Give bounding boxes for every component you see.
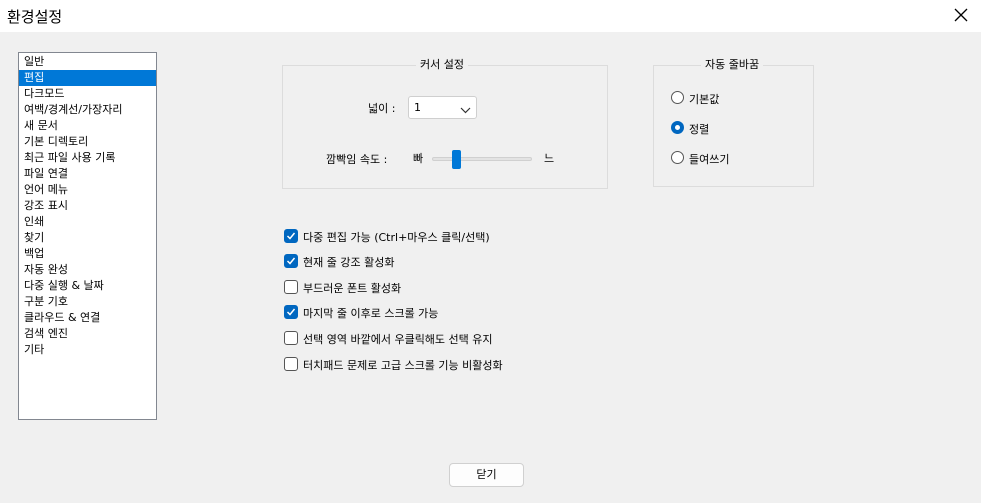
wrap-align-label: 정렬 [689,123,710,136]
scroll-past-end-label: 마지막 줄 이후로 스크롤 가능 [303,307,439,320]
highlight-line-label: 현재 줄 강조 활성화 [303,256,395,269]
close-button[interactable]: 닫기 [449,463,524,487]
cursor-group-title: 커서 설정 [416,58,468,72]
wrap-group-title: 자동 줄바꿈 [701,58,764,72]
category-item-find[interactable]: 찾기 [19,230,156,246]
blink-fast-label: 빠 [413,152,424,165]
smooth-font-checkbox[interactable] [284,280,298,294]
checkmark-icon [286,308,296,316]
category-item-file-association[interactable]: 파일 연결 [19,166,156,182]
keep-selection-label: 선택 영역 바깥에서 우클릭해도 선택 유지 [303,333,493,346]
width-label: 넓이 : [368,102,396,115]
wrap-indent-radio[interactable] [671,151,684,164]
category-item-new-document[interactable]: 새 문서 [19,118,156,134]
cursor-width-value: 1 [414,101,421,114]
category-list[interactable]: 일반 편집 다크모드 여백/경계선/가장자리 새 문서 기본 디렉토리 최근 파… [18,52,157,420]
category-item-general[interactable]: 일반 [19,54,156,70]
multi-edit-checkbox[interactable] [284,229,298,243]
category-item-highlight[interactable]: 강조 표시 [19,198,156,214]
category-item-edit[interactable]: 편집 [19,70,156,86]
category-item-print[interactable]: 인쇄 [19,214,156,230]
category-item-margin[interactable]: 여백/경계선/가장자리 [19,102,156,118]
window-title: 환경설정 [7,8,63,26]
category-item-default-directory[interactable]: 기본 디렉토리 [19,134,156,150]
category-item-darkmode[interactable]: 다크모드 [19,86,156,102]
checkmark-icon [286,232,296,240]
multi-edit-label: 다중 편집 가능 (Ctrl+마우스 클릭/선택) [303,231,490,244]
category-item-language-menu[interactable]: 언어 메뉴 [19,182,156,198]
checkmark-icon [286,257,296,265]
keep-selection-checkbox[interactable] [284,331,298,345]
category-item-cloud[interactable]: 클라우드 & 연결 [19,310,156,326]
chevron-down-icon [460,104,471,117]
category-item-recent-files[interactable]: 최근 파일 사용 기록 [19,150,156,166]
wrap-default-radio[interactable] [671,91,684,104]
blink-speed-slider-thumb[interactable] [452,150,461,169]
wrap-default-label: 기본값 [689,93,720,106]
wrap-align-radio[interactable] [671,121,684,134]
blink-speed-slider-track[interactable] [432,157,532,161]
cursor-settings-group: 커서 설정 [282,58,608,189]
blink-speed-label: 깜빡임 속도 : [326,153,388,166]
category-item-autocomplete[interactable]: 자동 완성 [19,262,156,278]
category-item-delimiter[interactable]: 구분 기호 [19,294,156,310]
blink-slow-label: 느 [544,152,555,165]
close-icon[interactable] [950,4,972,26]
smooth-font-label: 부드러운 폰트 활성화 [303,282,402,295]
highlight-line-checkbox[interactable] [284,254,298,268]
wrap-indent-label: 들여쓰기 [689,153,730,166]
category-item-multi-instance[interactable]: 다중 실행 & 날짜 [19,278,156,294]
cursor-width-dropdown[interactable]: 1 [408,96,477,119]
disable-advanced-scroll-label: 터치패드 문제로 고급 스크롤 기능 비활성화 [303,359,503,372]
category-item-backup[interactable]: 백업 [19,246,156,262]
scroll-past-end-checkbox[interactable] [284,305,298,319]
title-bar: 환경설정 [0,0,981,32]
category-item-search-engine[interactable]: 검색 엔진 [19,326,156,342]
category-item-misc[interactable]: 기타 [19,342,156,358]
disable-advanced-scroll-checkbox[interactable] [284,357,298,371]
